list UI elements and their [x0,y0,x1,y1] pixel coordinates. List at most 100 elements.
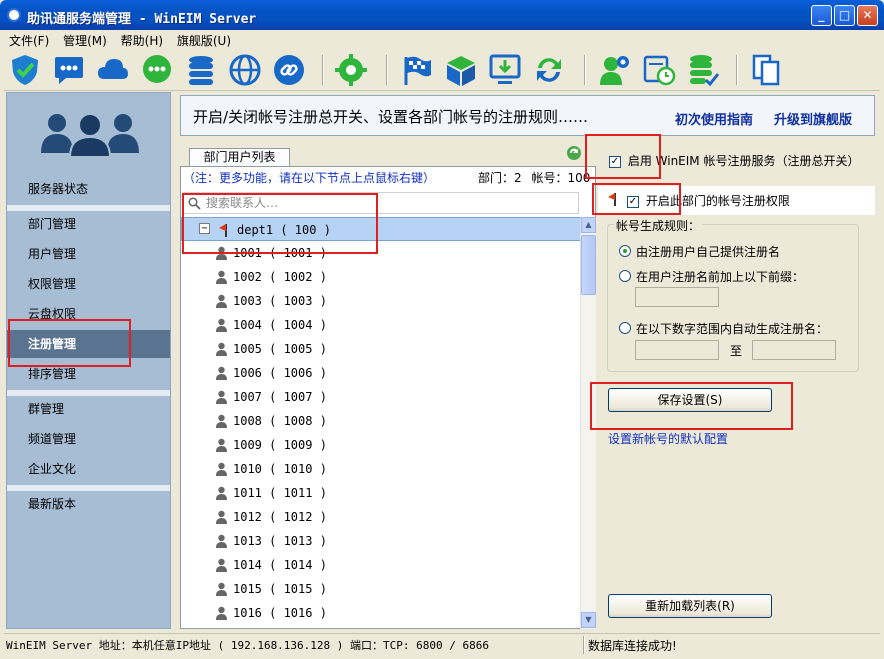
tree-user-node[interactable]: 1011 ( 1011 ) [181,481,581,505]
sidebar-item-groups[interactable]: 群管理 [7,395,170,423]
users-group-icon [41,113,139,157]
user-label: 1004 ( 1004 ) [233,318,327,332]
user-icon [216,414,227,428]
rule-label-prefix: 在用户注册名前加上以下前缀： [636,270,805,284]
guide-link[interactable]: 初次使用指南 [675,109,753,128]
menu-ultimate[interactable]: 旗舰版(U) [172,30,236,51]
shield-icon[interactable] [8,53,42,87]
tree-counts: 部门：2 帐号：100 [478,169,590,186]
tree-user-node[interactable]: 1006 ( 1006 ) [181,361,581,385]
toolbar-separator [584,55,586,85]
scroll-down-button[interactable]: ▼ [581,612,596,628]
sidebar-item-users[interactable]: 用户管理 [7,240,170,268]
tree-note: （注：更多功能，请在以下节点上点鼠标右键） [183,171,436,185]
toolbar [4,49,880,91]
cloud-icon[interactable] [96,53,130,87]
tree-user-node[interactable]: 1002 ( 1002 ) [181,265,581,289]
link-icon[interactable] [272,53,306,87]
highlight-box [8,319,131,367]
status-server-info: WinEIM Server 地址：本机任意IP地址 ( 192.168.136.… [6,639,489,652]
sidebar-item-permissions[interactable]: 权限管理 [7,270,170,298]
tree-user-node[interactable]: 1016 ( 1016 ) [181,601,581,625]
prefix-input[interactable] [635,287,719,307]
tree-user-node[interactable]: 1004 ( 1004 ) [181,313,581,337]
range-end-input[interactable] [752,340,836,360]
user-label: 1007 ( 1007 ) [233,390,327,404]
gear-icon[interactable] [334,53,368,87]
minimize-button[interactable]: _ [811,5,832,26]
range-separator: 至 [730,344,743,358]
user-label: 1014 ( 1014 ) [233,558,327,572]
chat-icon[interactable] [52,53,86,87]
user-icon [216,534,227,548]
user-icon [216,390,227,404]
user-label: 1013 ( 1013 ) [233,534,327,548]
database-check-icon[interactable] [686,53,720,87]
refresh-tree-icon[interactable] [566,145,582,161]
tree-user-node[interactable]: 1007 ( 1007 ) [181,385,581,409]
user-label: 1010 ( 1010 ) [233,462,327,476]
box-icon[interactable] [444,53,478,87]
sidebar-item-latest-version[interactable]: 最新版本 [7,490,170,518]
user-label: 1009 ( 1009 ) [233,438,327,452]
range-start-input[interactable] [635,340,719,360]
user-label: 1008 ( 1008 ) [233,414,327,428]
upgrade-link[interactable]: 升级到旗舰版 [774,109,852,128]
scroll-up-button[interactable]: ▲ [581,217,596,233]
globe-icon[interactable] [228,53,262,87]
status-separator [583,636,585,654]
copy-icon[interactable] [750,53,784,87]
user-icon [216,462,227,476]
toolbar-separator [386,55,388,85]
user-icon [216,606,227,620]
user-icon [216,438,227,452]
rule-label-range: 在以下数字范围内自动生成注册名： [636,322,829,336]
sidebar-item-server-status[interactable]: 服务器状态 [7,175,170,203]
tree-user-node[interactable]: 1009 ( 1009 ) [181,433,581,457]
page-header: 开启/关闭帐号注册总开关、设置各部门帐号的注册规则…… 初次使用指南 升级到旗舰… [180,95,875,136]
menu-help[interactable]: 帮助(H) [116,30,168,51]
title-bar: 助讯通服务端管理 - WinEIM Server _ □ ✕ [0,0,884,30]
sidebar-item-departments[interactable]: 部门管理 [7,210,170,238]
user-label: 1005 ( 1005 ) [233,342,327,356]
rule-radio-range[interactable] [619,322,631,334]
message-icon[interactable] [140,53,174,87]
menu-file[interactable]: 文件(F) [4,30,54,51]
reload-list-button[interactable]: 重新加载列表(R) [608,594,772,618]
maximize-button[interactable]: □ [834,5,855,26]
tree-user-node[interactable]: 1008 ( 1008 ) [181,409,581,433]
rule-group-title: 帐号生成规则： [614,217,703,234]
tree-user-node[interactable]: 1010 ( 1010 ) [181,457,581,481]
status-bar: WinEIM Server 地址：本机任意IP地址 ( 192.168.136.… [4,633,880,655]
menu-bar: 文件(F) 管理(M) 帮助(H) 旗舰版(U) [4,30,880,49]
scroll-thumb[interactable] [581,235,596,295]
account-count: 帐号：100 [531,171,591,185]
tree-user-node[interactable]: 1014 ( 1014 ) [181,553,581,577]
rule-radio-prefix[interactable] [619,270,631,282]
calendar-icon[interactable] [642,53,676,87]
user-label: 1016 ( 1016 ) [233,606,327,620]
tree-user-node[interactable]: 1003 ( 1003 ) [181,289,581,313]
tree-user-node[interactable]: 1012 ( 1012 ) [181,505,581,529]
tree-user-node[interactable]: 1013 ( 1013 ) [181,529,581,553]
tree-user-node[interactable]: 1015 ( 1015 ) [181,577,581,601]
user-icon [216,270,227,284]
sidebar-item-culture[interactable]: 企业文化 [7,455,170,483]
sidebar-item-channels[interactable]: 频道管理 [7,425,170,453]
user-label: 1012 ( 1012 ) [233,510,327,524]
close-button[interactable]: ✕ [857,5,878,26]
tree-user-node[interactable]: 1005 ( 1005 ) [181,337,581,361]
default-config-link[interactable]: 设置新帐号的默认配置 [608,430,728,447]
rule-radio-self[interactable] [619,245,631,257]
enable-service-label: 启用 WinEIM 帐号注册服务（注册总开关） [627,154,860,168]
refresh-icon[interactable] [532,53,566,87]
highlight-box [592,183,681,215]
highlight-box [590,382,793,430]
user-settings-icon[interactable] [598,53,632,87]
menu-manage[interactable]: 管理(M) [58,30,112,51]
flag-icon[interactable] [400,53,434,87]
database-icon[interactable] [184,53,218,87]
tab-department-users[interactable]: 部门用户列表 [189,148,290,167]
user-label: 1011 ( 1011 ) [233,486,327,500]
download-icon[interactable] [488,53,522,87]
